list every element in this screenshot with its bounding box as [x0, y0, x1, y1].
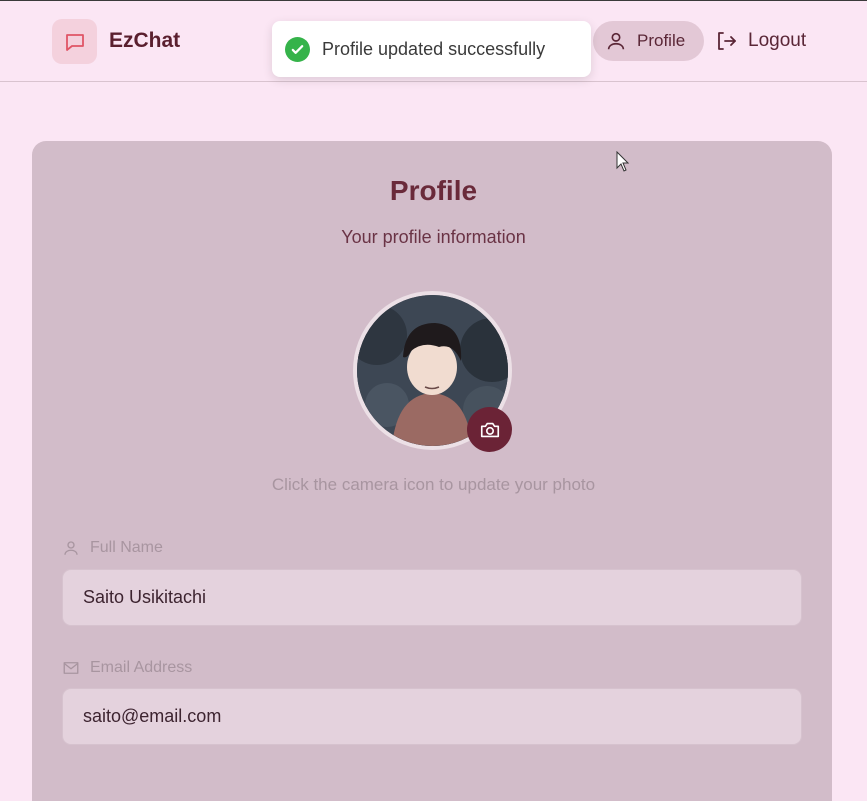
page-title: Profile	[389, 175, 478, 206]
mouse-cursor-icon	[616, 151, 630, 172]
email-value: saito@email.com	[83, 706, 222, 726]
user-icon	[64, 541, 78, 555]
success-toast: Profile updated successfully	[272, 21, 591, 77]
full-name-value: Saito Usikitachi	[83, 587, 207, 607]
camera-icon	[480, 422, 499, 437]
logout-icon	[718, 32, 736, 50]
mail-icon	[63, 662, 79, 674]
email-field[interactable]: saito@email.com	[62, 688, 802, 745]
full-name-label-text: Full Name	[90, 539, 163, 556]
profile-nav-label: Profile	[637, 31, 686, 50]
toast-message: Profile updated successfully	[322, 38, 546, 59]
brand-name[interactable]: EzChat	[109, 29, 180, 53]
window-top-edge	[0, 0, 867, 1]
profile-nav-button[interactable]: Profile	[593, 21, 704, 61]
check-circle-icon	[285, 36, 310, 62]
logo[interactable]	[52, 19, 97, 64]
page-subtitle: Your profile information	[341, 227, 526, 247]
change-photo-button[interactable]	[467, 407, 512, 452]
full-name-label: Full Name	[62, 539, 163, 557]
user-icon	[607, 32, 625, 50]
chat-bubble-icon	[65, 33, 84, 51]
email-label-text: Email Address	[90, 659, 193, 676]
photo-hint: Click the camera icon to update your pho…	[271, 475, 596, 494]
full-name-field[interactable]: Saito Usikitachi	[62, 569, 802, 626]
email-label: Email Address	[62, 659, 192, 677]
logout-label: Logout	[748, 30, 807, 51]
logout-button[interactable]: Logout	[714, 21, 806, 61]
